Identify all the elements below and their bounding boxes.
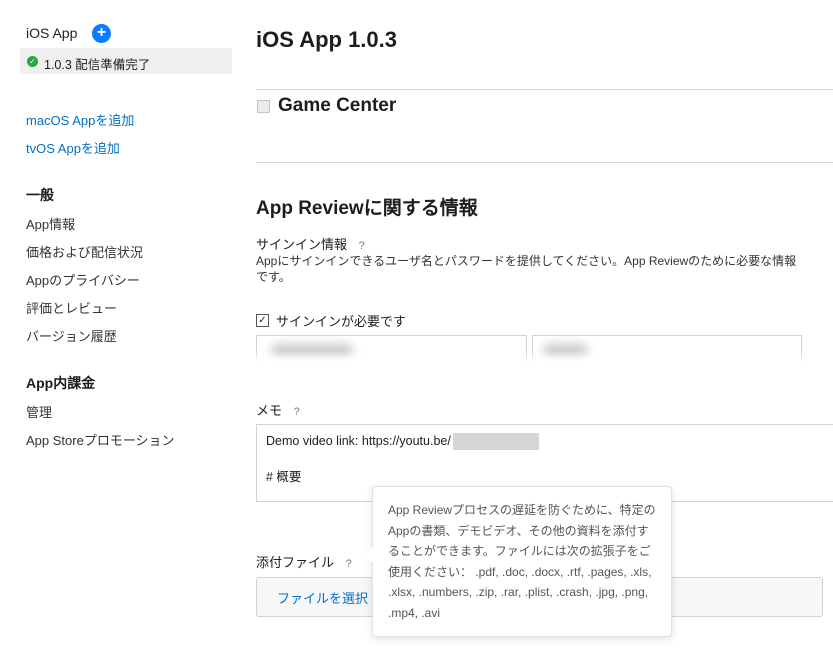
help-icon[interactable]: ? bbox=[294, 406, 300, 418]
sidebar-app-title[interactable]: iOS App bbox=[26, 25, 77, 41]
sidebar-item-privacy[interactable]: Appのプライバシー bbox=[26, 270, 140, 289]
sidebar-item-version-history[interactable]: バージョン履歴 bbox=[26, 326, 117, 345]
page-title: iOS App 1.0.3 bbox=[256, 27, 398, 52]
game-center-checkbox[interactable] bbox=[257, 100, 270, 113]
add-platform-icon[interactable]: + bbox=[92, 24, 111, 43]
signin-required-label: サインインが必要です bbox=[276, 314, 407, 329]
general-heading: 一般 bbox=[26, 187, 54, 203]
sidebar-item-ratings[interactable]: 評価とレビュー bbox=[26, 298, 117, 317]
sidebar-item-pricing[interactable]: 価格および配信状況 bbox=[26, 242, 143, 261]
add-tvos-app-link[interactable]: tvOS Appを追加 bbox=[26, 138, 120, 157]
memo-line: # 概要 bbox=[266, 470, 302, 484]
sidebar-item-iap-manage[interactable]: 管理 bbox=[26, 402, 52, 421]
attachment-label-text: 添付ファイル bbox=[256, 555, 335, 570]
tooltip-text: App Reviewプロセスの遅延を防ぐために、特定のAppの書類、デモビデオ、… bbox=[388, 503, 656, 620]
memo-line: Demo video link: https://youtu.be/ bbox=[266, 433, 539, 450]
help-icon[interactable]: ? bbox=[359, 240, 365, 252]
help-icon[interactable]: ? bbox=[346, 558, 352, 570]
divider bbox=[256, 162, 833, 163]
attachment-help-tooltip: App Reviewプロセスの遅延を防ぐために、特定のAppの書類、デモビデオ、… bbox=[365, 486, 672, 637]
signin-description: Appにサインインできるユーザ名とパスワードを提供してください。App Revi… bbox=[256, 254, 797, 284]
redacted-value bbox=[452, 433, 539, 450]
game-center-label: Game Center bbox=[278, 95, 397, 116]
signin-required-checkbox[interactable]: ✓ bbox=[256, 314, 269, 327]
sidebar-item-app-info[interactable]: App情報 bbox=[26, 214, 75, 233]
memo-label-text: メモ bbox=[256, 403, 283, 418]
memo-line-text: Demo video link: https://youtu.be/ bbox=[266, 433, 451, 448]
iap-heading: App内課金 bbox=[26, 375, 96, 391]
signin-info-label-text: サインイン情報 bbox=[256, 237, 348, 252]
attachment-label: 添付ファイル ? bbox=[256, 552, 352, 571]
version-status-item[interactable]: ✓ 1.0.3 配信準備完了 bbox=[20, 48, 232, 74]
choose-file-label: ファイルを選択 bbox=[277, 591, 369, 606]
divider bbox=[256, 89, 833, 90]
checkmark-circle-icon: ✓ bbox=[27, 56, 38, 67]
tooltip-arrow bbox=[365, 547, 373, 563]
sidebar: iOS App + ✓ 1.0.3 配信準備完了 macOS Appを追加 tv… bbox=[0, 0, 240, 657]
app-review-section-title: App Reviewに関する情報 bbox=[256, 198, 478, 219]
add-macos-app-link[interactable]: macOS Appを追加 bbox=[26, 110, 134, 129]
sidebar-item-app-store-promotion[interactable]: App Storeプロモーション bbox=[26, 430, 175, 449]
memo-label: メモ ? bbox=[256, 400, 300, 419]
fade-overlay bbox=[250, 350, 805, 368]
signin-info-label: サインイン情報 ? bbox=[256, 234, 365, 253]
version-status-text: 1.0.3 配信準備完了 bbox=[44, 58, 151, 72]
